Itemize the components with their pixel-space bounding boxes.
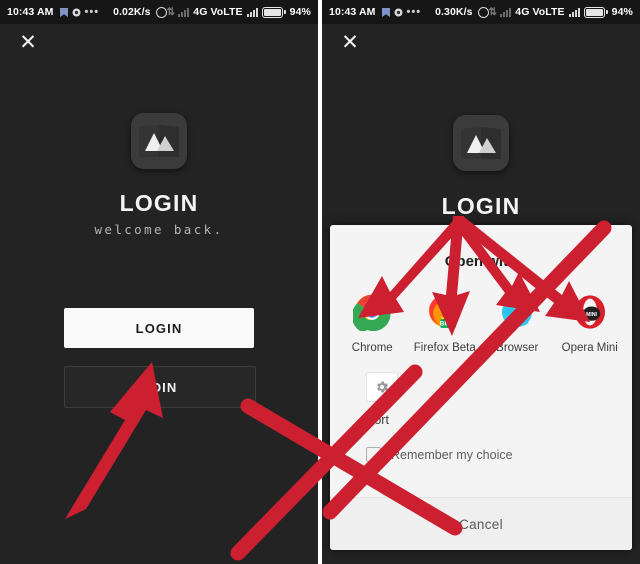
app-option-opera-mini[interactable]: MINI Opera Mini: [555, 292, 625, 354]
alarm-icon: [155, 6, 167, 18]
status-right-cluster: 4G VoLTE 94%: [178, 6, 311, 18]
remember-label: Remember my choice: [391, 447, 513, 462]
battery-icon: [261, 6, 286, 18]
checkbox-icon: [366, 447, 381, 462]
status-notification-icons: •••: [381, 6, 422, 18]
bookmark-icon: [381, 7, 390, 17]
status-time: 10:43 AM: [7, 6, 54, 18]
alarm-icon: [477, 6, 489, 18]
svg-text:MINI: MINI: [586, 312, 597, 318]
close-icon[interactable]: ✕: [338, 30, 362, 54]
battery-percent: 94%: [289, 6, 311, 18]
app-top-bar-left: ✕: [0, 24, 318, 62]
app-top-bar-right: ✕: [322, 24, 640, 62]
sort-label: Sort: [366, 413, 389, 427]
page-title: LOGIN: [119, 190, 199, 216]
signal-bars-sim2-icon: [568, 7, 580, 17]
dialog-title: Open with: [444, 253, 518, 270]
app-chooser-list: Chrome BETA Firefox Beta Browser MINI Op…: [330, 270, 632, 354]
phone-panel-left: 10:43 AM ••• 0.02K/s ⇅ 4G VoLTE 94% ✕ LO…: [0, 0, 318, 564]
network-type-label: 4G VoLTE: [515, 6, 565, 18]
remember-my-choice-checkbox[interactable]: Remember my choice: [330, 427, 632, 462]
status-bar-left: 10:43 AM ••• 0.02K/s ⇅ 4G VoLTE 94%: [0, 0, 318, 24]
page-title: LOGIN: [441, 193, 521, 219]
bookmark-icon: [59, 7, 68, 17]
open-with-dialog: Open with Chrome BETA Firefox Beta Brows…: [330, 225, 632, 550]
app-option-browser[interactable]: Browser: [482, 292, 552, 354]
browser-icon: [482, 292, 552, 332]
app-option-label: Opera Mini: [561, 342, 618, 354]
app-notification-icon: [72, 8, 81, 16]
status-network-speed: 0.30K/s: [435, 6, 473, 18]
status-more-dots: •••: [406, 6, 422, 18]
battery-icon: [583, 6, 608, 18]
join-button[interactable]: JOIN: [64, 366, 256, 408]
app-logo: [453, 115, 509, 171]
signal-bars-sim2-icon: [246, 7, 258, 17]
status-bar-right: 10:43 AM ••• 0.30K/s ⇅ 4G VoLTE 94%: [322, 0, 640, 24]
chrome-icon: [337, 292, 407, 332]
phone-panel-right: 10:43 AM ••• 0.30K/s ⇅ 4G VoLTE 94% ✕ LO…: [322, 0, 640, 564]
signal-bars-sim1-icon: [500, 7, 512, 17]
app-option-label: Firefox Beta: [413, 342, 476, 354]
sync-arrows-icon: ⇅: [166, 6, 176, 18]
mountain-logo-icon: [453, 115, 509, 171]
status-network-speed: 0.02K/s: [113, 6, 151, 18]
signal-bars-sim1-icon: [178, 7, 190, 17]
status-notification-icons: •••: [59, 6, 100, 18]
dialog-footer: Cancel: [330, 497, 632, 550]
app-option-firefox-beta[interactable]: BETA Firefox Beta: [410, 292, 480, 354]
app-logo: [131, 113, 187, 169]
mountain-logo-icon: [131, 113, 187, 169]
screenshot-stage: 10:43 AM ••• 0.02K/s ⇅ 4G VoLTE 94% ✕ LO…: [0, 0, 640, 564]
firefox-beta-icon: BETA: [410, 292, 480, 332]
login-button[interactable]: LOGIN: [64, 308, 254, 348]
app-option-chrome[interactable]: Chrome: [337, 292, 407, 354]
status-more-dots: •••: [84, 6, 100, 18]
battery-percent: 94%: [611, 6, 633, 18]
network-type-label: 4G VoLTE: [193, 6, 243, 18]
app-notification-icon: [394, 8, 403, 16]
status-time: 10:43 AM: [329, 6, 376, 18]
close-icon[interactable]: ✕: [16, 30, 40, 54]
app-option-label: Browser: [496, 342, 539, 354]
cancel-button[interactable]: Cancel: [459, 517, 503, 532]
opera-mini-icon: MINI: [555, 292, 625, 332]
sort-option[interactable]: Sort: [330, 354, 632, 427]
status-right-cluster: 4G VoLTE 94%: [500, 6, 633, 18]
page-subtitle: welcome back.: [94, 222, 224, 237]
sync-arrows-icon: ⇅: [488, 6, 498, 18]
gear-icon: [366, 372, 398, 402]
svg-text:BETA: BETA: [440, 321, 457, 328]
app-option-label: Chrome: [351, 342, 393, 354]
